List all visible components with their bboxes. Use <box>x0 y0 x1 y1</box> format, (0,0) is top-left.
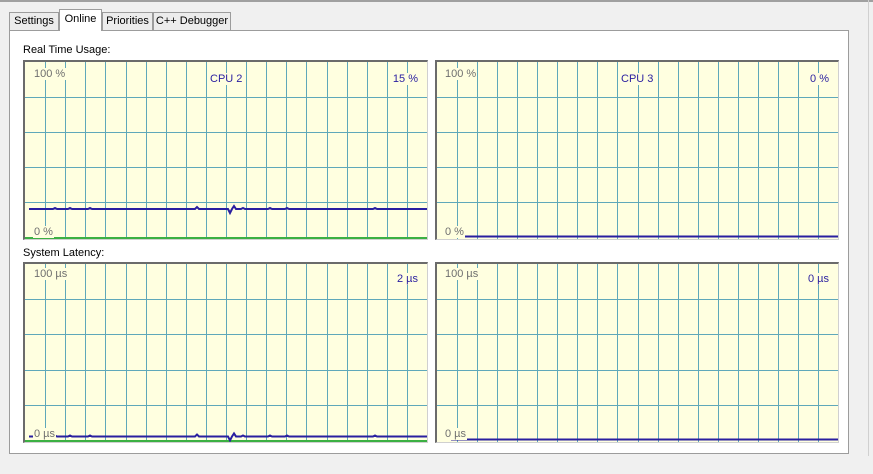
latency2-min-label: 0 µs <box>444 428 468 440</box>
real-time-usage-label: Real Time Usage: <box>23 44 111 56</box>
cpu2-graph-plot <box>25 62 427 239</box>
window-top-border <box>0 0 873 2</box>
tab-priorities[interactable]: Priorities <box>102 12 153 30</box>
cpu2-usage-graph: 100 % CPU 2 15 % 0 % <box>23 60 428 240</box>
tab-cpp-debugger[interactable]: C++ Debugger <box>153 12 231 30</box>
tab-settings[interactable]: Settings <box>9 12 59 30</box>
cpu2-min-label: 0 % <box>33 226 54 238</box>
latency1-max-label: 100 µs <box>33 268 69 280</box>
tab-online[interactable]: Online <box>59 9 102 31</box>
latency1-graph-plot <box>25 264 427 442</box>
app-window: Settings Online Priorities C++ Debugger … <box>0 0 873 474</box>
cpu2-title: CPU 2 <box>209 73 244 85</box>
latency-graph-1: 100 µs 2 µs 0 µs <box>23 262 428 443</box>
cpu3-min-label: 0 % <box>444 226 465 238</box>
latency-graph-2: 100 µs 0 µs 0 µs <box>435 262 839 443</box>
latency2-graph-plot <box>437 264 838 442</box>
cpu3-graph-plot <box>437 62 838 239</box>
latency1-value: 2 µs <box>395 273 419 285</box>
status-strip <box>0 456 873 474</box>
latency2-max-label: 100 µs <box>444 268 480 280</box>
cpu3-value: 0 % <box>809 73 830 85</box>
cpu3-usage-graph: 100 % CPU 3 0 % 0 % <box>435 60 839 240</box>
cpu3-title: CPU 3 <box>620 73 655 85</box>
latency2-value: 0 µs <box>806 273 830 285</box>
cpu3-max-label: 100 % <box>444 68 478 80</box>
cpu2-value: 15 % <box>391 73 419 85</box>
online-panel: Real Time Usage: System Latency: 100 % C… <box>9 30 849 454</box>
latency1-min-label: 0 µs <box>33 428 57 440</box>
window-right-border <box>868 0 869 474</box>
system-latency-label: System Latency: <box>23 247 105 259</box>
cpu2-max-label: 100 % <box>33 68 67 80</box>
